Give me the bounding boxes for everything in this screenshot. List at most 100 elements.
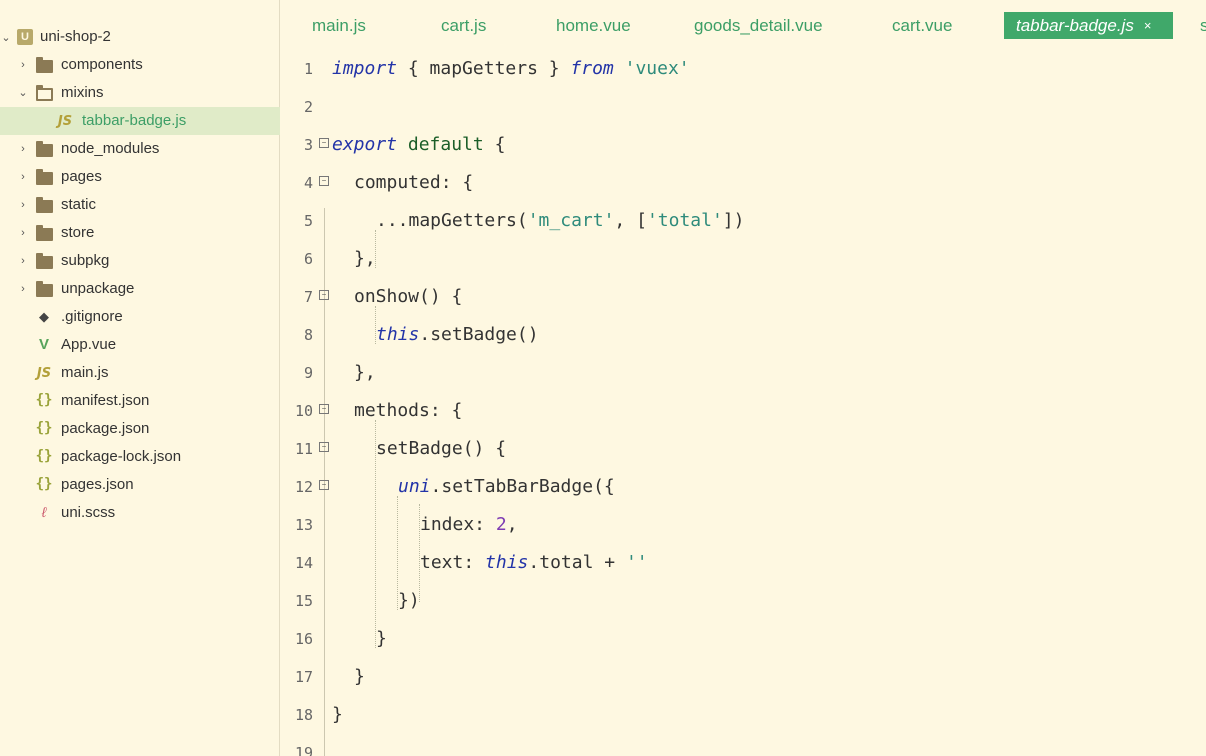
tree-item-manifest-json[interactable]: {} manifest.json: [0, 387, 280, 415]
chevron-right-icon[interactable]: ›: [17, 255, 29, 267]
code-line: 12 − uni.setTabBarBadge({: [281, 468, 1206, 506]
tab-tabbar-badge-js[interactable]: tabbar-badge.js ×: [1004, 12, 1173, 39]
tree-item-subpkg[interactable]: › subpkg: [0, 247, 280, 275]
tree-item-label: store: [61, 224, 95, 241]
fold-toggle-icon[interactable]: −: [319, 442, 329, 452]
tree-item-label: .gitignore: [61, 308, 123, 325]
code-text: index: 2,: [420, 514, 518, 535]
chevron-right-icon[interactable]: ›: [17, 59, 29, 71]
tree-item-store[interactable]: › store: [0, 219, 280, 247]
code-token: ...mapGetters(: [376, 210, 528, 231]
code-text: },: [354, 248, 376, 269]
tree-item-uni-scss[interactable]: ℓ uni.scss: [0, 499, 280, 527]
line-number: 3: [303, 136, 313, 154]
tree-item-package-json[interactable]: {} package.json: [0, 415, 280, 443]
code-line: 19: [281, 734, 1206, 756]
tree-item-label: App.vue: [61, 336, 117, 353]
fold-toggle-icon[interactable]: −: [319, 138, 329, 148]
code-editor[interactable]: 1 import { mapGetters } from 'vuex' 2 3 …: [281, 50, 1206, 756]
git-icon: ◆: [39, 309, 49, 324]
string-literal: '': [625, 552, 648, 573]
chevron-down-icon[interactable]: ⌄: [0, 31, 12, 44]
code-token: onShow() {: [354, 286, 463, 307]
code-text: }): [398, 590, 420, 611]
line-number: 18: [294, 706, 313, 724]
json-icon: {}: [35, 448, 53, 464]
chevron-right-icon[interactable]: ›: [17, 283, 29, 295]
tree-item-main-js[interactable]: JS main.js: [0, 359, 280, 387]
tree-item-mixins[interactable]: ⌄ mixins: [0, 79, 280, 107]
chevron-down-icon[interactable]: ⌄: [17, 86, 29, 99]
fold-toggle-icon[interactable]: −: [319, 480, 329, 490]
code-token: .setTabBarBadge({: [430, 476, 615, 497]
code-text: }: [376, 628, 387, 649]
tab-cart-js[interactable]: cart.js: [441, 12, 486, 39]
line-number: 9: [303, 364, 313, 382]
json-icon: {}: [35, 476, 53, 492]
code-token: }: [376, 628, 387, 649]
code-text: methods: {: [354, 400, 462, 421]
json-icon: {}: [35, 420, 53, 436]
keyword: import: [332, 58, 398, 79]
keyword: export: [332, 134, 398, 155]
close-icon[interactable]: ×: [1144, 18, 1152, 33]
code-line: 7 − onShow() {: [281, 278, 1206, 316]
tab-home-vue[interactable]: home.vue: [556, 12, 631, 39]
line-number: 16: [294, 630, 313, 648]
number-literal: 2: [495, 514, 507, 535]
tree-item-package-lock-json[interactable]: {} package-lock.json: [0, 443, 280, 471]
code-token: }: [332, 704, 343, 725]
line-number: 1: [303, 60, 313, 78]
chevron-right-icon[interactable]: ›: [17, 143, 29, 155]
tab-cart-vue[interactable]: cart.vue: [892, 12, 952, 39]
tree-item-tabbar-badge[interactable]: JS tabbar-badge.js: [0, 107, 280, 135]
code-line: 1 import { mapGetters } from 'vuex': [281, 50, 1206, 88]
line-number: 17: [294, 668, 313, 686]
tree-item-static[interactable]: › static: [0, 191, 280, 219]
line-number: 5: [303, 212, 313, 230]
keyword: default: [407, 134, 484, 155]
code-line: 15 }): [281, 582, 1206, 620]
tree-item-label: node_modules: [61, 140, 160, 157]
folder-icon: [35, 280, 53, 298]
tree-item-components[interactable]: › components: [0, 51, 280, 79]
project-root[interactable]: ⌄ U uni-shop-2: [0, 23, 280, 51]
js-file-icon: JS: [36, 365, 52, 381]
folder-icon: [35, 56, 53, 74]
tab-overflow[interactable]: s: [1200, 12, 1206, 39]
code-token: ]): [722, 210, 745, 231]
tab-label: s: [1200, 15, 1206, 35]
line-number: 6: [303, 250, 313, 268]
vue-icon: V: [38, 335, 49, 353]
code-line: 18 }: [281, 696, 1206, 734]
tab-main-js[interactable]: main.js: [312, 12, 366, 39]
fold-toggle-icon[interactable]: −: [319, 290, 329, 300]
code-text: import { mapGetters } from 'vuex': [332, 58, 690, 79]
file-explorer: ⌄ U uni-shop-2 › components ⌄ mixins JS …: [0, 0, 280, 756]
chevron-right-icon[interactable]: ›: [17, 171, 29, 183]
keyword: from: [570, 58, 614, 79]
code-token: setBadge() {: [376, 438, 507, 459]
tab-label: goods_detail.vue: [694, 15, 823, 35]
fold-toggle-icon[interactable]: −: [319, 404, 329, 414]
code-line: 2: [281, 88, 1206, 126]
chevron-right-icon[interactable]: ›: [17, 199, 29, 211]
tree-item-gitignore[interactable]: ◆ .gitignore: [0, 303, 280, 331]
fold-toggle-icon[interactable]: −: [319, 176, 329, 186]
tree-item-label: components: [61, 56, 143, 73]
tree-item-node-modules[interactable]: › node_modules: [0, 135, 280, 163]
line-number: 12: [294, 478, 313, 496]
tree-item-pages-json[interactable]: {} pages.json: [0, 471, 280, 499]
tab-goods-detail-vue[interactable]: goods_detail.vue: [694, 12, 823, 39]
tree-item-label: package.json: [61, 420, 150, 437]
tree-item-app-vue[interactable]: V App.vue: [0, 331, 280, 359]
tree-item-pages[interactable]: › pages: [0, 163, 280, 191]
code-text: export default {: [332, 134, 505, 155]
chevron-right-icon[interactable]: ›: [17, 227, 29, 239]
tree-item-unpackage[interactable]: › unpackage: [0, 275, 280, 303]
line-number: 11: [294, 440, 313, 458]
code-token: .total +: [528, 552, 626, 573]
tree-item-label: uni.scss: [61, 504, 116, 521]
tree-item-label: mixins: [61, 84, 104, 101]
code-line: 3 − export default {: [281, 126, 1206, 164]
